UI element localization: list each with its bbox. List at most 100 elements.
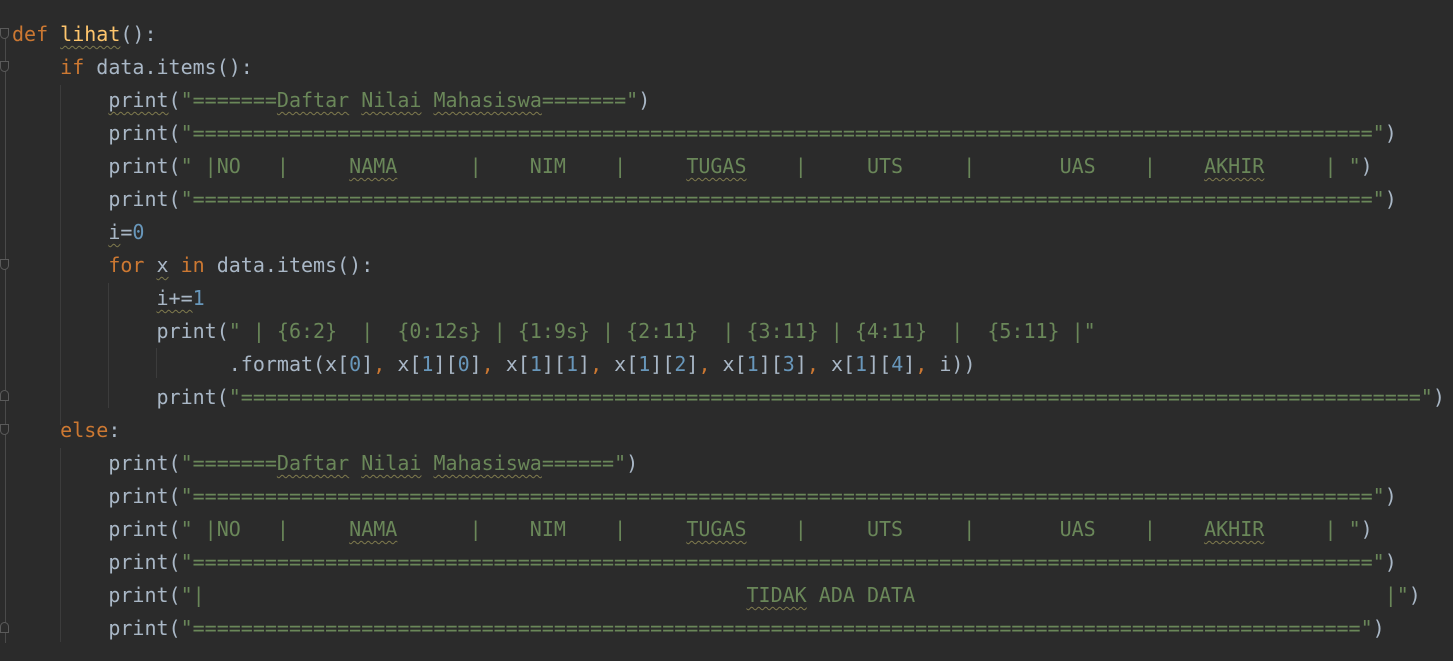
fold-close-icon[interactable] (0, 622, 9, 633)
code-token: print( (12, 187, 181, 211)
code-token: | NIM | (397, 517, 687, 541)
code-token: 1 (855, 352, 868, 376)
code-token: Mahasiswa (433, 451, 542, 475)
code-token: ) (1384, 121, 1397, 145)
code-token: ) (638, 88, 651, 112)
code-token: print( (12, 517, 181, 541)
code-token: 4 (891, 352, 904, 376)
fold-open-icon[interactable] (0, 28, 9, 39)
code-token: NAMA (349, 517, 398, 541)
code-token: | UTS | UAS | (746, 517, 1205, 541)
code-token: i (108, 220, 121, 244)
code-token: ) (1384, 484, 1397, 508)
code-editor[interactable]: def lihat(): if data.items(): print("===… (0, 0, 1453, 661)
code-token: else (60, 418, 109, 442)
code-token: 0 (457, 352, 470, 376)
code-line[interactable]: for x in data.items(): (12, 249, 373, 282)
code-token: in (180, 253, 205, 277)
code-token: print( (12, 451, 181, 475)
fold-open-icon[interactable] (0, 424, 9, 435)
code-token: "=======================================… (180, 187, 1385, 211)
code-token: Nilai (361, 88, 422, 112)
code-token: = (120, 220, 133, 244)
gutter-line (5, 28, 6, 643)
code-token: " |NO | (180, 517, 350, 541)
code-token: TUGAS (686, 154, 747, 178)
code-token: ) (1360, 154, 1373, 178)
code-line[interactable]: else: (12, 414, 120, 447)
code-token: 1 (565, 352, 579, 376)
code-token: .format(x[ (12, 352, 350, 376)
code-line[interactable]: i=0 (12, 216, 144, 249)
code-line[interactable]: print("| TIDAK ADA DATA |") (12, 579, 1421, 612)
code-token: ADA DATA |" (806, 583, 1409, 607)
code-token: 1 (192, 286, 205, 310)
code-token: print( (12, 583, 181, 607)
code-line[interactable]: i+=1 (12, 282, 205, 315)
code-line[interactable]: print(" |NO | NAMA | NIM | TUGAS | UTS |… (12, 150, 1373, 183)
code-token: i)) (927, 352, 976, 376)
code-token: "| (180, 583, 747, 607)
code-line[interactable]: print("=======Daftar Nilai Mahasiswa====… (12, 84, 650, 117)
code-token: , (590, 352, 603, 376)
code-token: ][ (758, 352, 783, 376)
code-line[interactable]: .format(x[0], x[1][0], x[1][1], x[1][2],… (12, 348, 976, 381)
code-token: x[ (818, 352, 856, 376)
code-token: ] (469, 352, 482, 376)
code-token: 3 (782, 352, 795, 376)
code-line[interactable]: print("=================================… (12, 546, 1396, 579)
code-token: ) (1384, 187, 1397, 211)
code-line[interactable]: print("=================================… (12, 183, 1397, 216)
code-token: if (60, 55, 85, 79)
code-token: "=======================================… (180, 616, 1373, 640)
code-token: ][ (541, 352, 566, 376)
code-token: "======= (180, 451, 277, 475)
code-token: ) (1360, 517, 1373, 541)
code-token: data.items(): (204, 253, 374, 277)
code-token: print( (12, 319, 229, 343)
code-token: ] (361, 352, 374, 376)
code-token: x[ (602, 352, 639, 376)
code-token: Nilai (361, 451, 422, 475)
code-token: , (373, 352, 386, 376)
code-token: x[ (385, 352, 422, 376)
code-line[interactable]: print("=======Daftar Nilai Mahasiswa====… (12, 447, 638, 480)
code-token: | UTS | UAS | (746, 154, 1205, 178)
code-line[interactable]: print("=================================… (12, 612, 1384, 645)
code-token: ][ (650, 352, 675, 376)
code-line[interactable]: print(" | {6:2} | {0:12s} | {1:9s} | {2:… (12, 315, 1095, 348)
code-token: ][ (433, 352, 458, 376)
code-token: ] (686, 352, 699, 376)
fold-open-icon[interactable] (0, 61, 9, 72)
code-token: print( (12, 616, 181, 640)
code-line[interactable]: print(" |NO | NAMA | NIM | TUGAS | UTS |… (12, 513, 1373, 546)
code-token: 1 (746, 352, 759, 376)
code-token: print( (12, 484, 181, 508)
fold-open-icon[interactable] (0, 259, 9, 270)
fold-close-icon[interactable] (0, 390, 9, 401)
code-token: ] (794, 352, 807, 376)
code-token: 1 (638, 352, 651, 376)
code-token: "=======================================… (180, 484, 1385, 508)
code-token: "=======================================… (228, 385, 1433, 409)
code-token: 0 (132, 220, 145, 244)
code-line[interactable]: print("=================================… (12, 381, 1444, 414)
code-line[interactable]: if data.items(): (12, 51, 253, 84)
code-line[interactable]: def lihat(): (12, 18, 157, 51)
code-token: 1 (421, 352, 434, 376)
code-token: TIDAK (746, 583, 807, 607)
code-token: | " (1264, 517, 1361, 541)
code-token: , (806, 352, 819, 376)
code-token: ======" (541, 451, 627, 475)
code-line[interactable]: print("=================================… (12, 480, 1397, 513)
code-token: print( (12, 385, 229, 409)
code-token: ][ (867, 352, 892, 376)
code-line[interactable]: print("=================================… (12, 117, 1397, 150)
